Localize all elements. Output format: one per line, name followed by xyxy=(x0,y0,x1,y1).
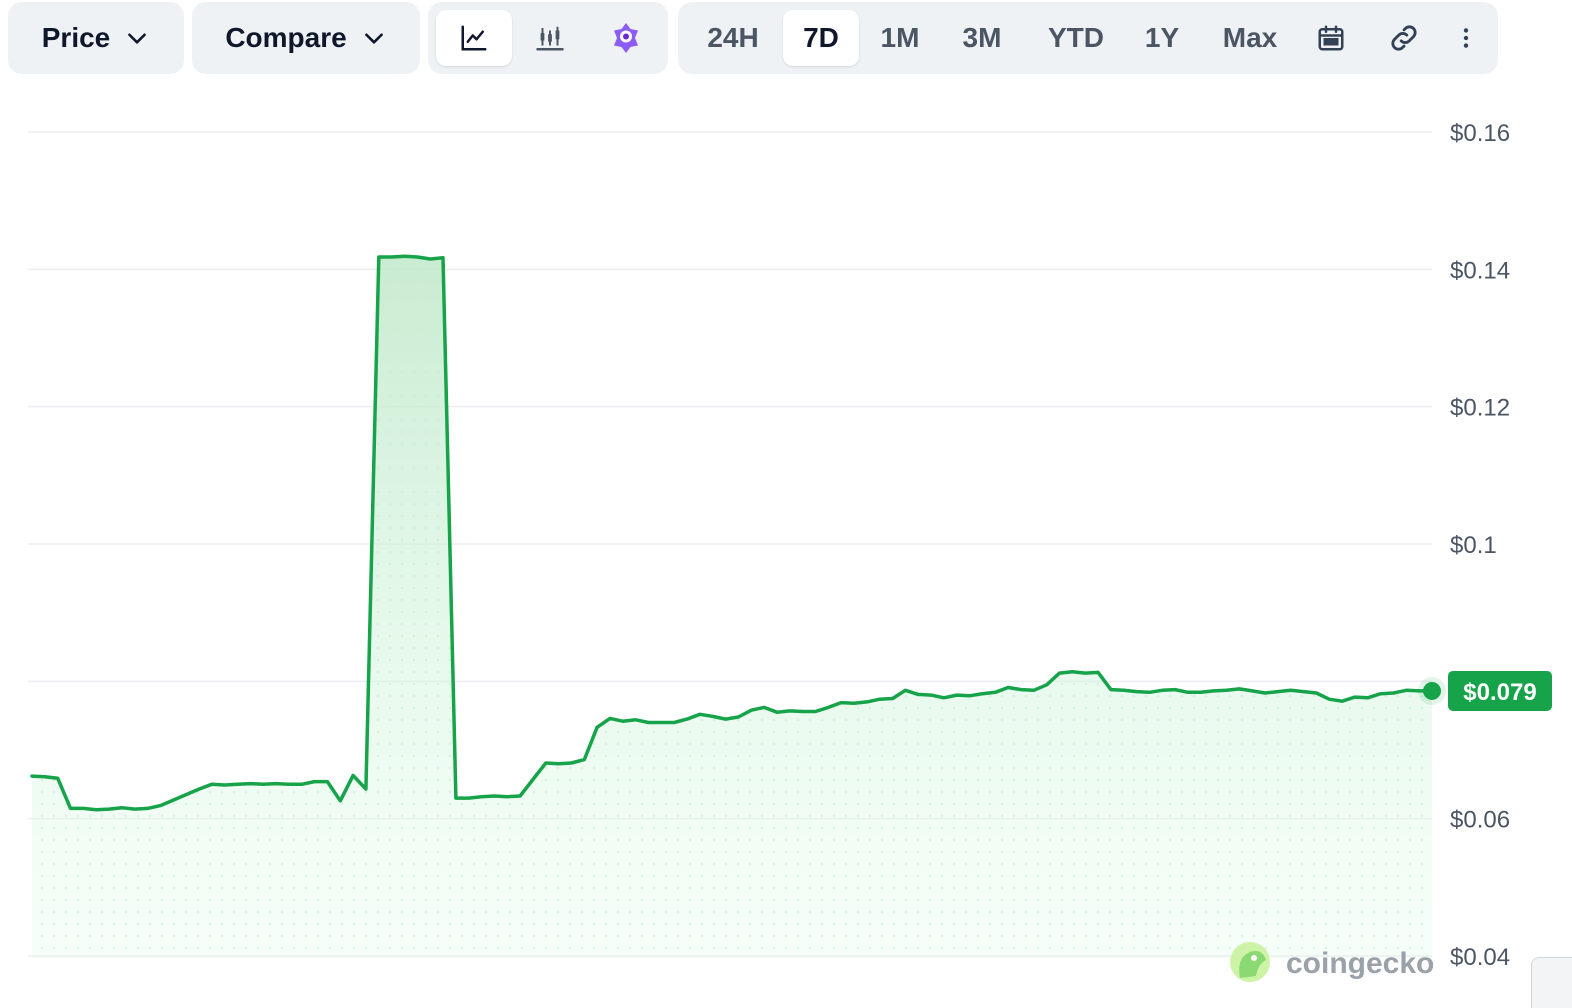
range-group: 24H 7D 1M 3M YTD 1Y Max xyxy=(678,2,1498,74)
price-dropdown[interactable]: Price xyxy=(8,2,184,74)
y-tick-label: $0.04 xyxy=(1450,944,1510,971)
price-area-pattern xyxy=(32,256,1432,958)
candlestick-chart-icon xyxy=(536,26,564,51)
y-tick-label: $0.06 xyxy=(1450,807,1510,834)
range-label: 3M xyxy=(962,22,1002,53)
current-price-label: $0.079 xyxy=(1463,679,1536,706)
chevron-down-icon xyxy=(364,33,383,44)
chart-type-group xyxy=(428,2,668,74)
gecko-eye-icon xyxy=(1251,955,1257,961)
chevron-down-icon xyxy=(128,33,147,44)
link-icon xyxy=(1391,25,1417,51)
more-vertical-icon xyxy=(1463,28,1469,48)
price-chart: $0.16 $0.14 $0.12 $0.1 $0.06 $0.04 $0.079 coi… xyxy=(28,120,1552,982)
feedback-tab[interactable] xyxy=(1531,957,1572,1008)
coingecko-watermark: coingecko xyxy=(1230,942,1434,982)
date-picker-button[interactable] xyxy=(1300,10,1362,66)
range-label: YTD xyxy=(1048,22,1104,53)
compare-dropdown[interactable]: Compare xyxy=(192,2,420,74)
compare-dropdown-label: Compare xyxy=(225,22,347,53)
more-options-button[interactable] xyxy=(1442,10,1490,66)
range-label: 1Y xyxy=(1144,22,1180,53)
calendar-icon xyxy=(1318,25,1344,51)
price-dropdown-label: Price xyxy=(41,22,111,53)
ai-assistant-icon xyxy=(614,23,638,53)
watermark-text: coingecko xyxy=(1286,947,1434,980)
y-tick-label: $0.12 xyxy=(1450,395,1510,422)
ai-assistant-button[interactable] xyxy=(588,10,664,66)
y-tick-label: $0.16 xyxy=(1450,120,1510,147)
y-tick-label: $0.14 xyxy=(1450,257,1510,284)
range-label: 1M xyxy=(880,22,920,53)
range-1m[interactable]: 1M xyxy=(864,10,936,66)
range-label: 24H xyxy=(707,22,759,53)
current-price-marker[interactable]: $0.079 xyxy=(1418,670,1552,711)
range-3m[interactable]: 3M xyxy=(944,10,1020,66)
y-axis-ticks: $0.16 $0.14 $0.12 $0.1 $0.06 $0.04 xyxy=(1450,120,1510,971)
y-tick-label: $0.1 xyxy=(1450,532,1497,559)
range-max[interactable]: Max xyxy=(1204,10,1296,66)
line-chart-button[interactable] xyxy=(436,10,512,66)
range-7d[interactable]: 7D xyxy=(783,10,859,66)
share-link-button[interactable] xyxy=(1372,10,1436,66)
current-price-dot xyxy=(1423,681,1441,700)
range-ytd[interactable]: YTD xyxy=(1028,10,1124,66)
range-1y[interactable]: 1Y xyxy=(1128,10,1196,66)
range-24h[interactable]: 24H xyxy=(690,10,776,66)
range-label: Max xyxy=(1222,22,1278,53)
range-label: 7D xyxy=(803,22,839,53)
candlestick-chart-button[interactable] xyxy=(512,10,588,66)
line-chart-icon xyxy=(461,25,487,51)
